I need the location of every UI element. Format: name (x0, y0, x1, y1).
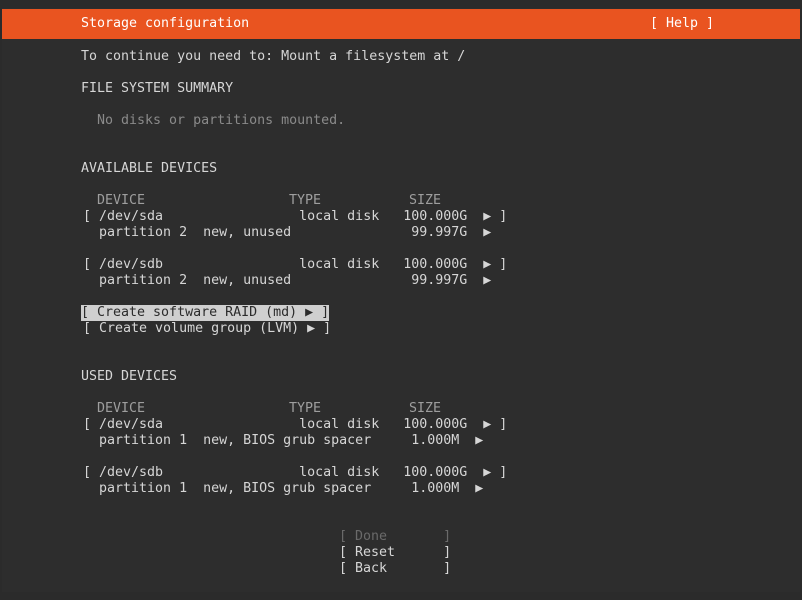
fs-summary-empty: No disks or partitions mounted. (97, 113, 346, 128)
available-devices-heading: AVAILABLE DEVICES (81, 161, 218, 176)
used-device-sdb[interactable]: [ /dev/sdb local disk 100.000G ▶ ] (83, 465, 507, 481)
back-button[interactable]: [ Back ] (339, 561, 451, 577)
used-partition-sdb-1[interactable]: partition 1 new, BIOS grub spacer 1.000M… (83, 481, 483, 497)
available-device-sda[interactable]: [ /dev/sda local disk 100.000G ▶ ] (83, 209, 507, 225)
fs-summary-heading: FILE SYSTEM SUMMARY (81, 81, 234, 96)
create-raid-button[interactable]: [ Create software RAID (md) ▶ ] (81, 305, 330, 321)
help-button[interactable]: [ Help ] (650, 16, 714, 32)
available-col-size: SIZE (409, 193, 442, 208)
create-lvm-button[interactable]: [ Create volume group (LVM) ▶ ] (83, 321, 331, 337)
reset-button[interactable]: [ Reset ] (339, 545, 451, 561)
used-col-size: SIZE (409, 401, 442, 416)
used-devices-heading: USED DEVICES (81, 369, 178, 384)
title-bar: Storage configuration [ Help ] (2, 9, 800, 39)
used-col-type: TYPE (289, 401, 322, 416)
prompt-text: To continue you need to: Mount a filesys… (81, 49, 466, 64)
page-title: Storage configuration (81, 16, 250, 31)
available-col-type: TYPE (289, 193, 322, 208)
used-partition-sda-1[interactable]: partition 1 new, BIOS grub spacer 1.000M… (83, 433, 483, 449)
available-col-device: DEVICE (97, 193, 146, 208)
available-device-sdb[interactable]: [ /dev/sdb local disk 100.000G ▶ ] (83, 257, 507, 273)
available-partition-sdb-2[interactable]: partition 2 new, unused 99.997G ▶ (83, 273, 491, 289)
done-button[interactable]: [ Done ] (339, 529, 451, 545)
used-col-device: DEVICE (97, 401, 146, 416)
used-device-sda[interactable]: [ /dev/sda local disk 100.000G ▶ ] (83, 417, 507, 433)
available-partition-sda-2[interactable]: partition 2 new, unused 99.997G ▶ (83, 225, 491, 241)
